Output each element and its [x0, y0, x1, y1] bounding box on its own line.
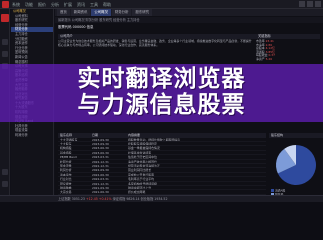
table-cell: 2022-12-31 — [92, 159, 109, 163]
table-cell: 多家机构给予增持评级 — [128, 181, 157, 185]
menu-item[interactable]: 报价 — [38, 1, 46, 8]
status-bar: 上证指数 3051.23 +12.45 +0.41% 深证成指 9826.14 … — [0, 195, 323, 202]
table-cell: 净资产收益率小幅回升 — [128, 159, 157, 163]
table-cell: 控股股东持股保持稳定 — [128, 141, 157, 146]
index-quote[interactable]: 上证指数 3051.23 — [58, 197, 86, 201]
table-cell: 持股数量变动，增持比例较上期有所提高 — [128, 137, 181, 141]
table-cell: 2023-06-30 — [92, 146, 109, 150]
table-cell: 资本运作 — [60, 172, 72, 177]
company-description: 公司主营业务为信息技术服务及相关产品的研发、销售与运营，业务覆盖金融、政务、企业… — [58, 39, 252, 47]
legend-swatch — [271, 189, 274, 192]
table-cell: 社保基金新进持有 — [128, 150, 152, 155]
title-bar: 系统 功能 报价 分析 扩展 资讯 工具 帮助 — [0, 0, 323, 9]
menu-item[interactable]: 帮助 — [103, 1, 111, 8]
table-cell: 2023-09-30 — [92, 141, 109, 146]
minimize-icon[interactable] — [299, 1, 305, 7]
chart-icon[interactable] — [2, 51, 8, 57]
tab-home[interactable]: 首页 — [57, 9, 70, 16]
headline-line-1: 实时翻译浏览器 — [77, 66, 246, 92]
table-cell: 营业利润同比增长 — [128, 168, 152, 172]
indicator-row: 净资产 5.26 — [256, 56, 320, 62]
indicator-label: 净资产 — [256, 56, 265, 61]
table-cell: 基金持股 — [60, 150, 72, 155]
tab-bar: 首页 新闻资讯 公司概况 财务分析 股东研究 — [55, 9, 323, 16]
table-cell: 经营活动现金流净额为正 — [128, 163, 160, 168]
tab-news[interactable]: 新闻资讯 — [70, 9, 91, 16]
table-cell: 杜邦分析 — [60, 159, 72, 163]
menu-item[interactable]: 分析 — [51, 1, 59, 8]
key-indicators: 市盈率 23.41 市净率 2.86 总股本 4.12亿 流通股 3.85亿 每股收益 … — [256, 39, 320, 62]
table-cell: 2022-12-31 — [92, 163, 109, 168]
table-cell: 2021-06-30 — [92, 190, 109, 194]
quote-icon[interactable] — [2, 39, 8, 45]
table-cell: 毛利率高于行业平均 — [128, 177, 155, 181]
headline-line-2: 与力源信息股票 — [77, 92, 246, 118]
table-cell: 估值处于历史区间中位 — [128, 155, 157, 159]
table-cell: 利润分析 — [60, 168, 72, 172]
table-cell: 基金一季报披露持仓情况 — [128, 146, 160, 150]
menu-bar: 系统 功能 报价 分析 扩展 资讯 工具 帮助 — [12, 1, 111, 8]
table-cell: 十大股东 — [60, 141, 72, 146]
indicator-value: 5.26 — [265, 56, 273, 61]
table-cell: 2021-12-31 — [92, 181, 109, 185]
table-cell: 机构持股 — [60, 146, 72, 150]
shareholder-pie — [276, 144, 316, 185]
pie-panel: 股东结构 流通A股限售股其他 — [269, 133, 323, 201]
table-cell: 研究报告 — [60, 181, 72, 185]
table-cell: 完成非公开发行股票 — [128, 172, 155, 177]
tab-finance[interactable]: 财务分析 — [111, 9, 132, 16]
section-toolbar[interactable]: 最新提示 公司概况 财务分析 股东研究 经营分析 主力持仓 — [55, 17, 323, 23]
table-cell: 2023-09-30 — [92, 137, 109, 141]
table-cell: 十大流通股东 — [60, 137, 78, 141]
menu-item[interactable]: 工具 — [90, 1, 98, 8]
close-icon[interactable] — [315, 1, 321, 7]
maximize-icon[interactable] — [307, 1, 313, 7]
other-indices[interactable]: 深证成指 9826.14 创业板指 1934.52 — [112, 197, 168, 201]
user-icon[interactable] — [2, 181, 8, 187]
tree-item[interactable]: 利润分析 — [11, 133, 53, 138]
holders-table: 股东名称 日期 内容摘要 十大流通股东 2023-09-30 持股数量变动，增持比例… — [58, 133, 266, 201]
app-logo-icon — [2, 1, 9, 8]
menu-item[interactable]: 扩展 — [64, 1, 72, 8]
table-cell: 融资融券 — [60, 185, 72, 190]
table-cell: 2023-06-30 — [92, 150, 109, 155]
table-cell: 现金流量 — [60, 163, 72, 168]
table-cell: 2022-09-30 — [92, 168, 109, 172]
index-change: +12.45 +0.41% — [85, 197, 112, 201]
window-controls — [299, 1, 321, 7]
table-cell: 大宗交易 — [60, 190, 72, 194]
settings-icon[interactable] — [2, 169, 8, 175]
menu-item[interactable]: 资讯 — [77, 1, 85, 8]
table-cell: 2021-09-30 — [92, 185, 109, 190]
table-cell: 融资余额环比上升 — [128, 185, 152, 190]
brand-icon[interactable] — [1, 14, 9, 22]
menu-item[interactable]: 功能 — [25, 1, 33, 8]
table-cell: PE/PB Band — [60, 155, 77, 159]
table-cell: 2022-03-31 — [92, 177, 109, 181]
table-cell: 行业对比 — [60, 177, 72, 181]
table-cell: 折价成交两笔 — [128, 190, 146, 194]
table-cell: 2022-06-30 — [92, 172, 109, 177]
app-window: 系统 功能 报价 分析 扩展 资讯 工具 帮助 公司概况 公司资料 股东研究 经营分析… — [0, 0, 323, 202]
stock-code-label: 股票代码 000000 信息 — [58, 25, 94, 29]
tab-profile[interactable]: 公司概况 — [91, 9, 111, 16]
tab-holders[interactable]: 股东研究 — [132, 9, 153, 16]
menu-item[interactable]: 系统 — [12, 1, 20, 8]
table-cell: 2023-03-31 — [92, 155, 109, 159]
